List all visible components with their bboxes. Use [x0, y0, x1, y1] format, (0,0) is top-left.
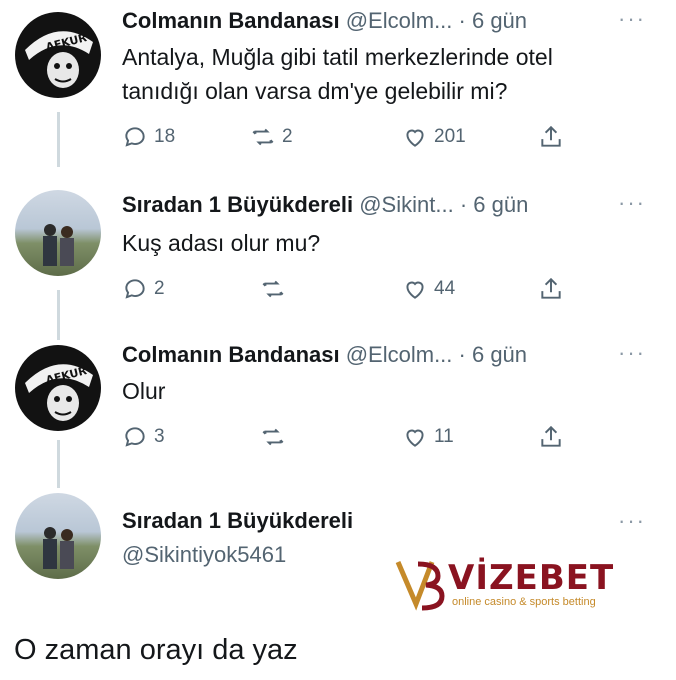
thread-line — [57, 112, 60, 167]
retweet-icon — [252, 128, 274, 146]
watermark-tagline: online casino & sports betting — [452, 596, 596, 608]
vizebet-watermark: VİZEBET online casino & sports betting — [392, 552, 622, 612]
tweet-actions: 2 44 — [122, 276, 582, 306]
more-options-icon[interactable]: ··· — [618, 508, 646, 534]
tweet-header: Colmanın Bandanası @Elcolm... · 6 gün — [122, 8, 527, 34]
reply-count: 18 — [154, 126, 176, 147]
avatar[interactable]: AFKUR — [15, 345, 101, 431]
timestamp[interactable]: · 6 gün — [459, 8, 528, 33]
timestamp[interactable]: · 6 gün — [460, 192, 529, 217]
avatar[interactable] — [15, 190, 101, 276]
handle[interactable]: @Sikintiyok5461 — [122, 542, 353, 568]
reply-text: O zaman orayı da yaz — [14, 634, 298, 666]
display-name[interactable]: Colmanın Bandanası — [122, 8, 340, 33]
tweet-actions: 3 11 — [122, 424, 582, 454]
reply-button[interactable]: 2 — [122, 276, 165, 302]
avatar[interactable]: AFKUR — [15, 12, 101, 98]
share-icon — [541, 277, 561, 299]
retweet-icon — [262, 428, 284, 446]
retweet-button[interactable]: 2 — [250, 124, 293, 150]
heart-icon — [406, 129, 424, 147]
share-icon — [541, 125, 561, 147]
people-photo-icon — [43, 224, 74, 266]
tweet-text-line: Kuş adası olur mu? — [122, 230, 321, 256]
retweet-icon — [262, 280, 284, 298]
share-button[interactable] — [538, 276, 564, 302]
timestamp[interactable]: · 6 gün — [459, 342, 528, 367]
tweet-header: Sıradan 1 Büyükdereli @Sikintiyok5461 — [122, 508, 353, 568]
share-icon — [541, 425, 561, 447]
tweet-text-line: Olur — [122, 378, 166, 404]
handle[interactable]: @Elcolm... — [346, 8, 453, 33]
tweet-header: Colmanın Bandanası @Elcolm... · 6 gün — [122, 342, 527, 368]
cartoon-face-icon: AFKUR — [25, 364, 93, 421]
like-button[interactable]: 11 — [402, 424, 454, 450]
like-button[interactable]: 44 — [402, 276, 455, 302]
reply-icon — [125, 427, 145, 447]
like-count: 44 — [434, 278, 456, 299]
thread-line — [57, 290, 60, 340]
watermark-brand: VİZEBET — [448, 558, 615, 598]
heart-icon — [406, 429, 424, 447]
like-count: 11 — [434, 426, 454, 447]
handle[interactable]: @Sikint... — [359, 192, 453, 217]
like-button[interactable]: 201 — [402, 124, 466, 150]
reply-button[interactable]: 18 — [122, 124, 175, 150]
more-options-icon[interactable]: ··· — [618, 190, 646, 216]
share-button[interactable] — [538, 424, 564, 450]
people-photo-icon — [43, 527, 74, 569]
tweet-text: Olur — [122, 374, 165, 408]
display-name[interactable]: Sıradan 1 Büyükdereli — [122, 192, 353, 217]
vizebet-logo-icon — [395, 561, 445, 611]
display-name[interactable]: Sıradan 1 Büyükdereli — [122, 508, 353, 534]
more-options-icon[interactable]: ··· — [618, 340, 646, 366]
retweet-button[interactable] — [260, 424, 286, 450]
more-options-icon[interactable]: ··· — [618, 6, 646, 32]
reply-button[interactable]: 3 — [122, 424, 165, 450]
tweet-header: Sıradan 1 Büyükdereli @Sikint... · 6 gün — [122, 192, 528, 218]
tweet-text: Kuş adası olur mu? — [122, 226, 320, 260]
reply-icon — [125, 127, 145, 147]
heart-icon — [406, 281, 424, 299]
tweet-text-line: tanıdığı olan varsa dm'ye gelebilir mi? — [122, 78, 508, 104]
reply-count: 3 — [154, 426, 165, 447]
tweet-text-line: Antalya, Muğla gibi tatil merkezlerinde … — [122, 44, 553, 70]
retweet-button[interactable] — [260, 276, 286, 302]
cartoon-face-icon: AFKUR — [25, 31, 93, 88]
like-count: 201 — [434, 126, 466, 147]
tweet-text: Antalya, Muğla gibi tatil merkezlerinde … — [122, 40, 553, 108]
share-button[interactable] — [538, 124, 564, 150]
thread-line — [57, 440, 60, 488]
avatar[interactable] — [15, 493, 101, 579]
retweet-count: 2 — [282, 126, 293, 147]
display-name[interactable]: Colmanın Bandanası — [122, 342, 340, 367]
reply-icon — [125, 279, 145, 299]
handle[interactable]: @Elcolm... — [346, 342, 453, 367]
reply-count: 2 — [154, 278, 165, 299]
tweet-actions: 18 2 201 — [122, 124, 582, 154]
